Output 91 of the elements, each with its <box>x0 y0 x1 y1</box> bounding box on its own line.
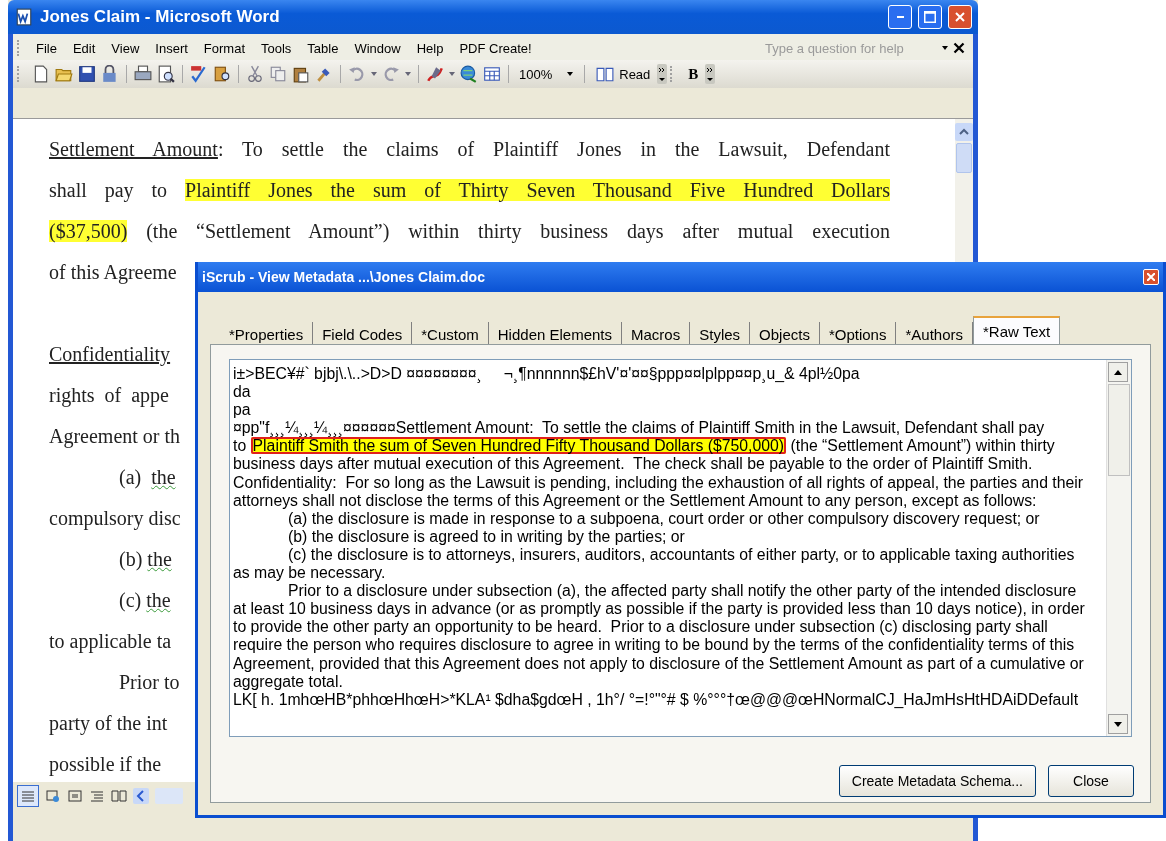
caret-icon[interactable] <box>941 45 949 51</box>
document-text-line: ($37,500) (the “Settlement Amount”) within thirty business days after mutual execution <box>49 219 890 245</box>
menu-item[interactable]: Insert <box>147 38 196 58</box>
book-icon <box>595 65 616 83</box>
menu-item[interactable]: View <box>103 38 148 58</box>
print-preview-icon[interactable] <box>156 65 176 83</box>
raw-text-line: (a) the disclosure is made in response to a subpoena, court order or other compulsory discovery request; or <box>287 509 1041 528</box>
print-layout-icon[interactable] <box>67 788 83 804</box>
maximize-button[interactable] <box>918 5 942 29</box>
menu-item[interactable]: Tools <box>253 38 300 58</box>
create-schema-button[interactable]: Create Metadata Schema... <box>838 765 1036 797</box>
close-icon <box>1147 273 1155 281</box>
raw-text-line: i±>BEC¥#` bjbj\.\..>D>D ¤¤¤¤¤¤¤¤¸ ¬¸¶nnnnnn$£hV'¤'¤¤§ppp¤¤lplpp¤¤p¸u_& 4pl½0pa <box>233 365 861 384</box>
menu-item[interactable]: File <box>28 38 65 58</box>
up-arrow-icon <box>1114 369 1122 375</box>
raw-text-line: as may be necessary. <box>233 564 387 583</box>
document-text-line: (c) the <box>118 588 171 614</box>
paste-icon[interactable] <box>291 65 311 83</box>
scrollbar-thumb[interactable] <box>1108 384 1130 476</box>
raw-text-line: Prior to a disclosure under subsection (a), the affected party shall notify the other party of the intended disclosure <box>287 582 1078 601</box>
document-text-line: Prior to <box>118 670 180 695</box>
zoom-dropdown[interactable]: 100% <box>515 66 579 82</box>
document-text-line: compulsory disc <box>49 506 181 532</box>
scroll-up-icon[interactable] <box>955 123 973 141</box>
document-text-line: Settlement Amount: To settle the claims of Plaintiff Jones in the Lawsuit, Defendant <box>49 137 890 162</box>
raw-text-line: to provide the other party an opportunity to be heard. Prior to a disclosure under subsection (c) disclosing party shall <box>233 618 1049 637</box>
minimize-icon <box>896 16 904 18</box>
close-button[interactable]: Close <box>1048 765 1134 797</box>
menu-item[interactable]: Format <box>195 38 253 58</box>
print-icon[interactable] <box>133 65 153 83</box>
close-icon <box>955 12 965 22</box>
document-icon <box>14 8 34 26</box>
table-icon[interactable] <box>482 65 502 83</box>
vertical-scrollbar[interactable] <box>1106 360 1131 736</box>
toolbar-options-icon[interactable] <box>657 64 668 84</box>
raw-text-line: LK[ h. 1mhœHB*phhœHhœH>*KLA¹ $dha$gdœH , 1h°/ °=!°"°# $ %°°°†œ@@@œHNormalCJ_HaJmHsHtHDAiDDefault <box>233 690 1080 709</box>
raw-text-area[interactable] <box>229 359 1132 737</box>
raw-text-line: to Plaintiff Smith the sum of Seven Hundred Fifty Thousand Dollars ($750,000) (the “Settlement Amount”) within thirty <box>233 437 1056 456</box>
raw-text-line: business days after mutual execution of this Agreement. The check shall be payable to the order of Plaintiff Smith. <box>233 455 1034 474</box>
document-text-line: rights of appe <box>49 383 169 409</box>
document-text-line: Agreement or th <box>49 424 181 450</box>
raw-text-line: Confidentiality: For so long as the Lawsuit is pending, including the exhaustion of all rights of appeal, the parties and their <box>233 473 1085 492</box>
raw-text-line: aggregate total. <box>233 672 344 691</box>
raw-text-line: Agreement, provided that this Agreement does not apply to disclosure of the Settlement Amount as part of a cumulative or <box>233 654 1085 673</box>
document-text-line: of this Agreeme <box>49 260 177 286</box>
tab[interactable]: *Raw Text <box>973 316 1061 344</box>
toolbar-options-icon[interactable] <box>705 64 716 84</box>
document-text-line: party of the int <box>49 711 168 737</box>
help-search-field[interactable]: Type a question for help <box>763 38 927 58</box>
down-arrow-icon <box>1114 721 1122 727</box>
raw-text-line: at least 10 business days in advance (or as promptly as possible if the party is provided less than 10 days notice), in order <box>233 600 1086 619</box>
dialog-title: iScrub - View Metadata ...\Jones Claim.doc <box>202 269 485 285</box>
scroll-down-button[interactable] <box>1108 714 1128 734</box>
menu-item[interactable]: PDF Create! <box>451 38 540 58</box>
close-button[interactable] <box>948 5 972 29</box>
reading-layout-icon[interactable] <box>111 788 127 804</box>
document-text-line: to applicable ta <box>49 629 172 655</box>
research-icon[interactable] <box>212 65 232 83</box>
minimize-button[interactable] <box>888 5 912 29</box>
web-layout-icon[interactable] <box>45 788 61 804</box>
document-text-line: shall pay to Plaintiff Jones the sum of Thirty Seven Thousand Five Hundred Dollars <box>49 178 890 204</box>
scroll-up-button[interactable] <box>1108 362 1128 382</box>
menu-item[interactable]: Window <box>346 38 409 58</box>
pen-icon[interactable] <box>425 65 445 83</box>
horizontal-scrollbar-thumb[interactable] <box>155 788 183 804</box>
menu-item[interactable]: Table <box>299 38 347 58</box>
raw-text-line: pa <box>233 401 252 420</box>
raw-text-line: ¤pp"f¸¸¸¼¸¸¸¼¸¸¸¤¤¤¤¤¤Settlement Amount: To settle the claims of Plaintiff Smith in the Lawsuit, Defendant shall pay <box>233 419 1046 438</box>
document-text-line: (a) the <box>118 465 176 491</box>
maximize-icon <box>924 11 936 23</box>
raw-text-line: attorneys shall not disclose the terms of this Agreement or the Settlement Amount to any person, except as follows: <box>233 491 1038 510</box>
bold-button[interactable]: B <box>684 65 703 83</box>
document-text-line: (b) the <box>118 547 172 573</box>
window-title: Jones Claim - Microsoft Word <box>40 7 280 27</box>
document-text-line: possible if the <box>49 752 162 778</box>
close-button[interactable] <box>1143 269 1159 285</box>
document-text-line: Confidentiality <box>49 342 171 368</box>
caret-icon <box>566 71 575 77</box>
menu-item[interactable]: Help <box>408 38 452 58</box>
outline-view-icon[interactable] <box>89 788 105 804</box>
cut-icon[interactable] <box>245 65 265 83</box>
raw-text-line: require the person who requires disclosure to agree in writing to be bound by the terms of the confidentiality terms of this <box>233 636 1076 655</box>
save-icon[interactable] <box>77 65 97 83</box>
raw-text-line: (c) the disclosure is to attorneys, insurers, auditors, accountants of either party, or to applicable taxing authorities <box>287 545 1076 565</box>
scroll-left-icon[interactable] <box>133 788 149 804</box>
normal-view-icon[interactable] <box>17 785 39 807</box>
raw-text-line: da <box>233 383 252 402</box>
menu-item[interactable]: Edit <box>64 38 104 58</box>
raw-text-line: (b) the disclosure is agreed to in writing by the parties; or <box>287 527 686 546</box>
read-button[interactable]: Read <box>591 65 655 83</box>
scrollbar-thumb[interactable] <box>956 143 972 173</box>
